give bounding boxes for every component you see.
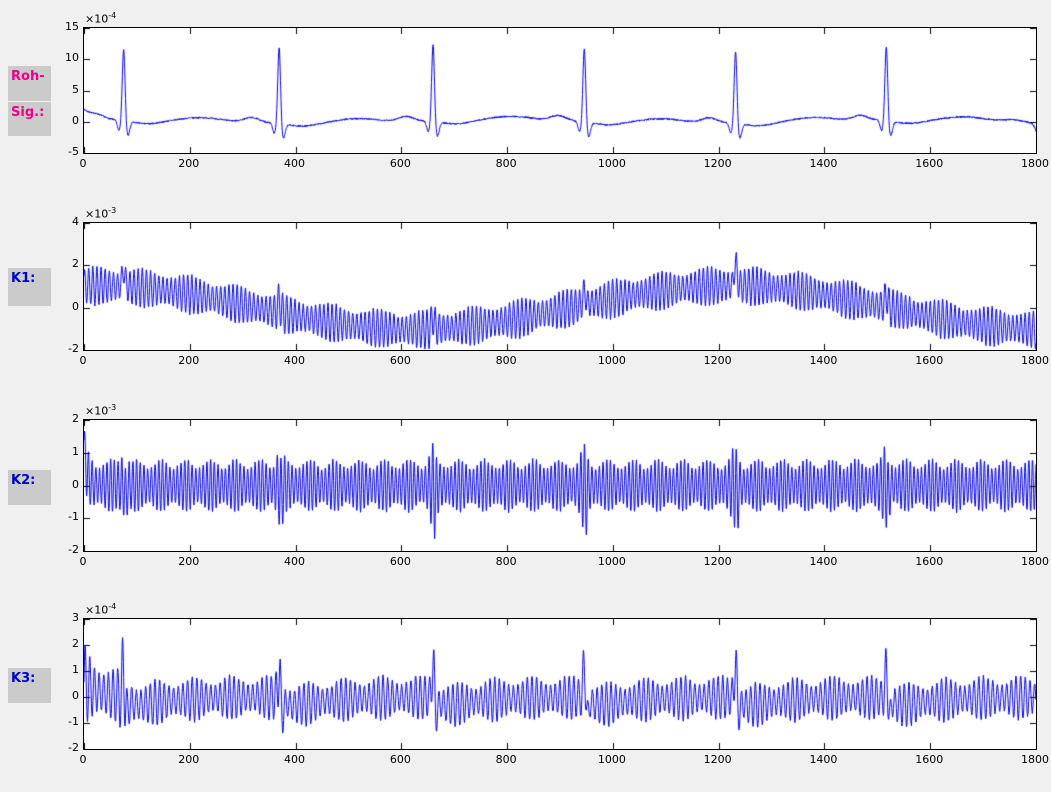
y-tick-label: -1 — [47, 715, 79, 729]
exponent-sup: -3 — [108, 206, 116, 215]
x-tick-label: 800 — [478, 555, 534, 569]
y-tick-label: 0 — [47, 114, 79, 128]
label-roh-text: Roh- — [11, 69, 45, 84]
x-tick-label: 1600 — [901, 753, 957, 767]
x-tick-label: 1200 — [690, 157, 746, 171]
subplot-k2 — [83, 419, 1037, 552]
y-exponent-roh-sig: ×10-4 — [85, 11, 116, 26]
exponent-base: ×10 — [85, 13, 108, 26]
x-tick-label: 0 — [55, 157, 111, 171]
y-tick-label: 0 — [47, 689, 79, 703]
y-tick-label: 10 — [47, 51, 79, 65]
x-tick-label: 1000 — [584, 354, 640, 368]
x-tick-label: 1200 — [690, 555, 746, 569]
x-tick-label: 1200 — [690, 753, 746, 767]
x-tick-label: 0 — [55, 354, 111, 368]
label-roh: Roh- — [8, 66, 51, 101]
y-tick-label: 5 — [47, 83, 79, 97]
subplot-k3 — [83, 618, 1037, 750]
label-k2-text: K2: — [11, 473, 35, 488]
x-tick-label: 800 — [478, 354, 534, 368]
label-k1-text: K1: — [11, 271, 35, 286]
subplot-k1 — [83, 222, 1037, 351]
roh-sig-plot-canvas — [84, 28, 1036, 153]
x-tick-label: 1800 — [1007, 354, 1051, 368]
exponent-sup: -4 — [108, 602, 116, 611]
x-tick-label: 1600 — [901, 157, 957, 171]
x-tick-label: 1400 — [795, 753, 851, 767]
x-tick-label: 0 — [55, 753, 111, 767]
exponent-sup: -4 — [108, 11, 116, 20]
x-tick-label: 0 — [55, 555, 111, 569]
y-tick-label: 2 — [47, 412, 79, 426]
x-tick-label: 1400 — [795, 555, 851, 569]
x-tick-label: 400 — [267, 157, 323, 171]
x-tick-label: 400 — [267, 354, 323, 368]
y-tick-label: 1 — [47, 445, 79, 459]
x-tick-label: 800 — [478, 157, 534, 171]
y-exponent-k1: ×10-3 — [85, 206, 116, 221]
x-tick-label: 600 — [372, 555, 428, 569]
y-tick-label: 3 — [47, 611, 79, 625]
exponent-sup: -3 — [108, 403, 116, 412]
y-tick-label: 1 — [47, 663, 79, 677]
y-tick-label: -1 — [47, 510, 79, 524]
x-tick-label: 1800 — [1007, 555, 1051, 569]
x-tick-label: 1000 — [584, 157, 640, 171]
x-tick-label: 200 — [161, 555, 217, 569]
label-sig-text: Sig.: — [11, 105, 44, 120]
k1-plot-canvas — [84, 223, 1036, 350]
x-tick-label: 1000 — [584, 753, 640, 767]
x-tick-label: 1200 — [690, 354, 746, 368]
x-tick-label: 1400 — [795, 354, 851, 368]
x-tick-label: 400 — [267, 555, 323, 569]
x-tick-label: 1600 — [901, 354, 957, 368]
k3-plot-canvas — [84, 619, 1036, 749]
x-tick-label: 200 — [161, 354, 217, 368]
x-tick-label: 1600 — [901, 555, 957, 569]
subplot-roh-sig — [83, 27, 1037, 154]
label-k3: K3: — [8, 668, 51, 703]
y-tick-label: 0 — [47, 478, 79, 492]
x-tick-label: 1800 — [1007, 157, 1051, 171]
x-tick-label: 1400 — [795, 157, 851, 171]
x-tick-label: 800 — [478, 753, 534, 767]
label-k2: K2: — [8, 470, 51, 505]
y-exponent-k3: ×10-4 — [85, 602, 116, 617]
label-k3-text: K3: — [11, 671, 35, 686]
label-k1: K1: — [8, 268, 51, 306]
exponent-base: ×10 — [85, 604, 108, 617]
x-tick-label: 400 — [267, 753, 323, 767]
x-tick-label: 200 — [161, 157, 217, 171]
y-tick-label: 4 — [47, 215, 79, 229]
y-tick-label: 2 — [47, 257, 79, 271]
y-tick-label: 0 — [47, 300, 79, 314]
x-tick-label: 1000 — [584, 555, 640, 569]
x-tick-label: 600 — [372, 753, 428, 767]
figure-window: Roh- Sig.: K1: K2: K3: ×10-4 ×10-3 ×10-3… — [0, 0, 1051, 792]
y-exponent-k2: ×10-3 — [85, 403, 116, 418]
exponent-base: ×10 — [85, 405, 108, 418]
y-tick-label: 2 — [47, 637, 79, 651]
x-tick-label: 1800 — [1007, 753, 1051, 767]
k2-plot-canvas — [84, 420, 1036, 551]
y-tick-label: 15 — [47, 20, 79, 34]
exponent-base: ×10 — [85, 208, 108, 221]
label-sig: Sig.: — [8, 102, 51, 136]
x-tick-label: 200 — [161, 753, 217, 767]
x-tick-label: 600 — [372, 157, 428, 171]
x-tick-label: 600 — [372, 354, 428, 368]
